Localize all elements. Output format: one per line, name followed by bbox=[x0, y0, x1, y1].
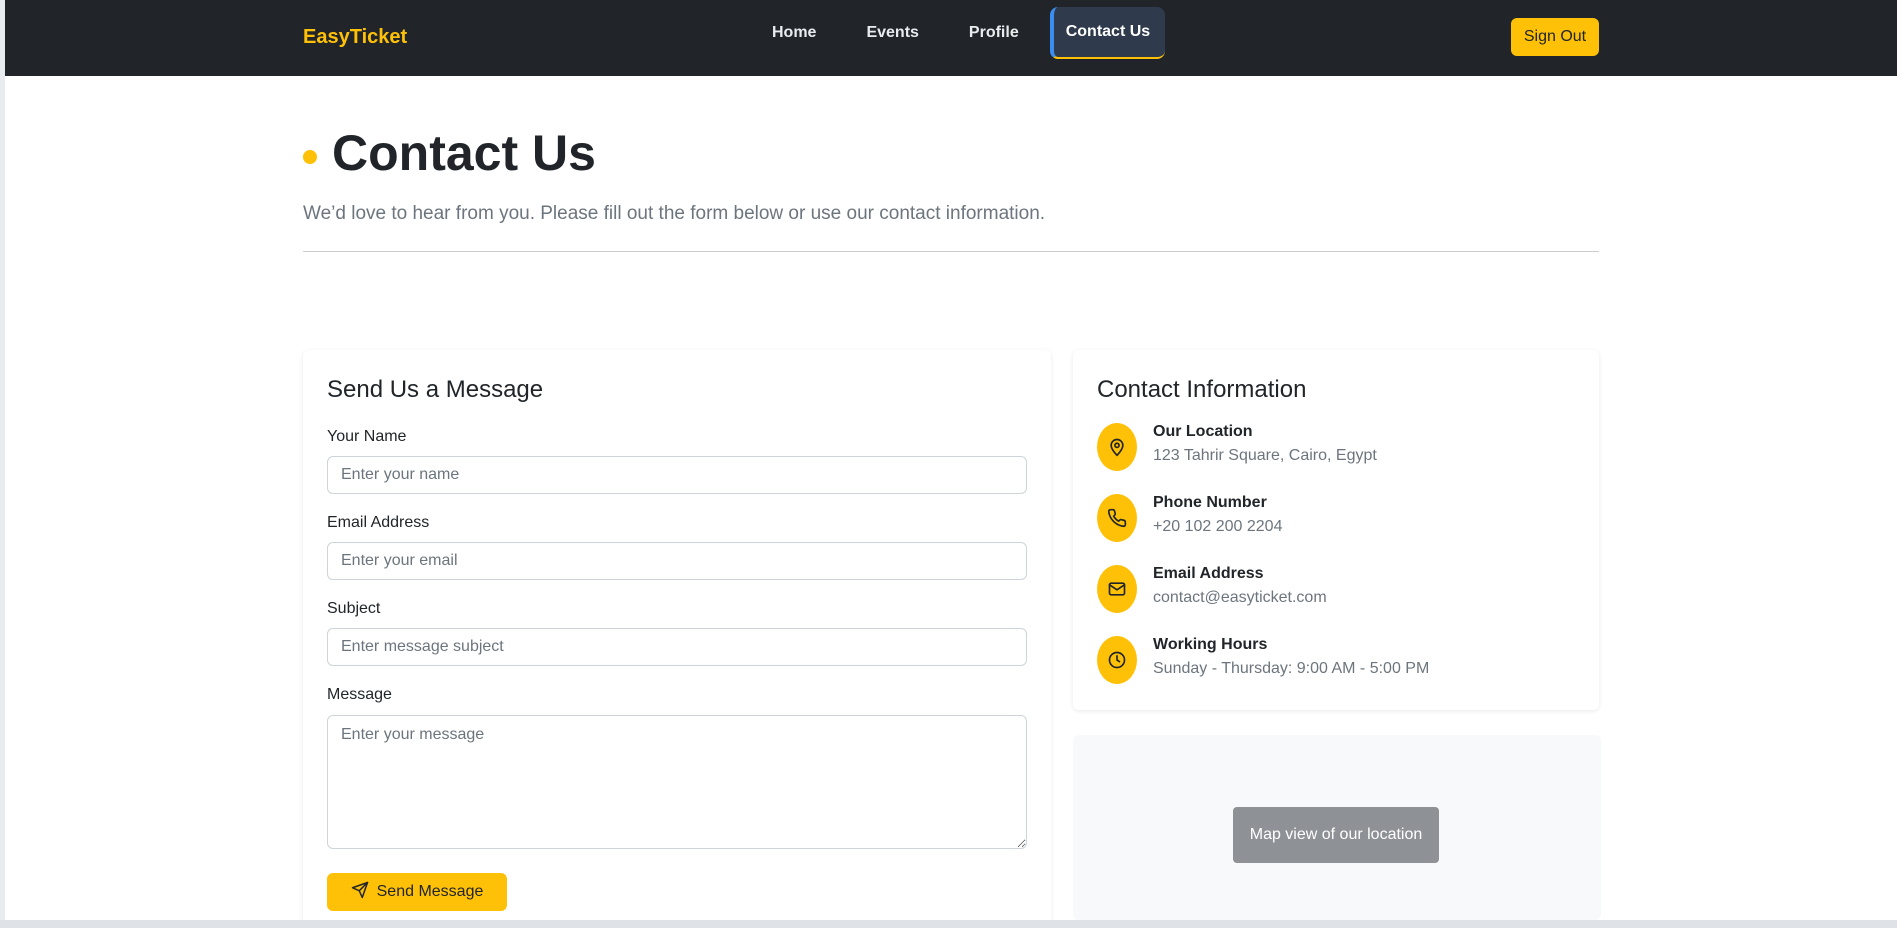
map-label: Map view of our location bbox=[1233, 807, 1439, 863]
contact-info-title: Contact Information bbox=[1097, 376, 1307, 403]
send-icon bbox=[351, 881, 369, 904]
subject-input[interactable] bbox=[327, 628, 1027, 666]
contact-item-phone: Phone Number +20 102 200 2204 bbox=[1097, 494, 1282, 542]
brand-logo[interactable]: EasyTicket bbox=[303, 26, 407, 49]
nav-events[interactable]: Events bbox=[841, 7, 943, 59]
clock-icon bbox=[1097, 636, 1137, 684]
email-info-label: Email Address bbox=[1153, 565, 1264, 582]
sign-out-button[interactable]: Sign Out bbox=[1511, 18, 1599, 56]
location-value: 123 Tahrir Square, Cairo, Egypt bbox=[1153, 447, 1377, 464]
message-textarea[interactable] bbox=[327, 715, 1027, 849]
email-input[interactable] bbox=[327, 542, 1027, 580]
header-divider bbox=[303, 251, 1599, 252]
window-bottom-edge bbox=[0, 920, 1897, 928]
contact-item-location: Our Location 123 Tahrir Square, Cairo, E… bbox=[1097, 423, 1377, 471]
phone-label: Phone Number bbox=[1153, 494, 1267, 511]
location-map[interactable]: Map view of our location bbox=[1073, 735, 1601, 920]
contact-info-card: Contact Information Our Location 123 Tah… bbox=[1073, 350, 1599, 710]
location-label: Our Location bbox=[1153, 423, 1253, 440]
name-input[interactable] bbox=[327, 456, 1027, 494]
send-message-button[interactable]: Send Message bbox=[327, 873, 507, 911]
nav-contact-us[interactable]: Contact Us bbox=[1049, 7, 1166, 59]
form-title: Send Us a Message bbox=[327, 376, 544, 403]
phone-icon bbox=[1097, 494, 1137, 542]
location-pin-icon bbox=[1097, 423, 1137, 471]
nav-profile[interactable]: Profile bbox=[944, 7, 1044, 59]
page-title: Contact Us bbox=[332, 125, 596, 181]
contact-item-email: Email Address contact@easyticket.com bbox=[1097, 565, 1327, 613]
email-label: Email Address bbox=[327, 514, 430, 531]
message-label: Message bbox=[327, 686, 392, 703]
envelope-icon bbox=[1097, 565, 1137, 613]
message-form-card: Send Us a Message Your Name Email Addres… bbox=[303, 350, 1051, 920]
navbar: EasyTicket Home Events Profile Contact U… bbox=[5, 0, 1897, 76]
title-dot-icon bbox=[303, 150, 317, 164]
send-message-label: Send Message bbox=[376, 883, 484, 900]
hours-label: Working Hours bbox=[1153, 636, 1268, 653]
page-subtitle: We’d love to hear from you. Please fill … bbox=[303, 203, 1046, 224]
phone-value: +20 102 200 2204 bbox=[1153, 518, 1283, 535]
contact-item-hours: Working Hours Sunday - Thursday: 9:00 AM… bbox=[1097, 636, 1429, 684]
subject-label: Subject bbox=[327, 600, 381, 617]
page-header: Contact Us bbox=[303, 124, 596, 182]
page: EasyTicket Home Events Profile Contact U… bbox=[5, 0, 1897, 920]
hours-value: Sunday - Thursday: 9:00 AM - 5:00 PM bbox=[1153, 660, 1430, 677]
email-info-value: contact@easyticket.com bbox=[1153, 589, 1327, 606]
nav-home[interactable]: Home bbox=[747, 7, 841, 59]
name-label: Your Name bbox=[327, 428, 407, 445]
nav-links: Home Events Profile Contact Us bbox=[747, 7, 1166, 59]
